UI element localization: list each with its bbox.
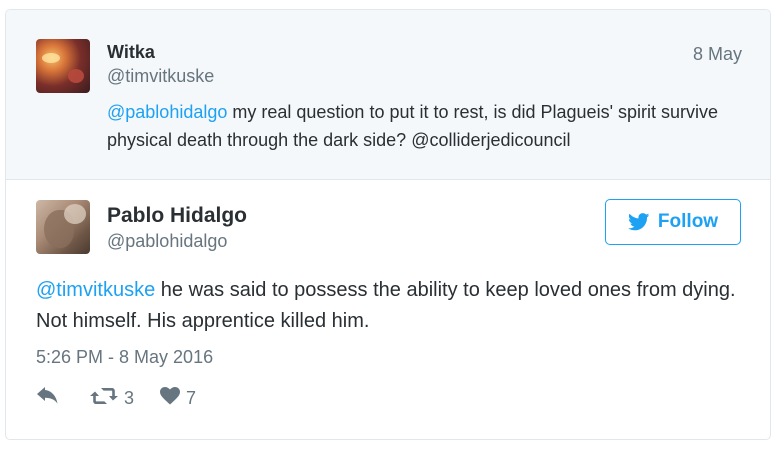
retweet-icon (90, 387, 118, 410)
tweet-timestamp[interactable]: 5:26 PM - 8 May 2016 (36, 347, 213, 368)
author-handle[interactable]: @pablohidalgo (107, 231, 227, 252)
author-handle[interactable]: @timvitkuske (107, 66, 214, 87)
reply-button[interactable] (36, 386, 60, 410)
author-name[interactable]: Witka (107, 42, 155, 63)
mention-link[interactable]: @pablohidalgo (107, 102, 227, 122)
twitter-bird-icon (627, 213, 650, 231)
follow-label: Follow (657, 211, 719, 232)
tweet-actions: 3 7 (36, 386, 196, 410)
mention-text: @colliderjedicouncil (411, 130, 571, 150)
avatar[interactable] (36, 200, 90, 254)
tweet-text: @pablohidalgo my real question to put it… (107, 98, 747, 154)
avatar-highlight (64, 204, 86, 224)
follow-button[interactable]: Follow (605, 199, 741, 245)
heart-icon (160, 386, 181, 410)
avatar-shadow (68, 69, 84, 83)
tweet-date[interactable]: 8 May (693, 44, 742, 65)
author-name[interactable]: Pablo Hidalgo (107, 204, 247, 228)
avatar[interactable] (36, 39, 90, 93)
like-button[interactable]: 7 (160, 386, 197, 410)
tweet-text: @timvitkuske he was said to possess the … (36, 275, 756, 337)
reply-icon (36, 386, 60, 410)
mention-link[interactable]: @timvitkuske (36, 279, 155, 301)
retweet-button[interactable]: 3 (90, 387, 134, 410)
retweet-count: 3 (124, 387, 135, 408)
avatar-highlight (42, 53, 60, 63)
embedded-tweet-card: Witka @timvitkuske 8 May @pablohidalgo m… (5, 9, 771, 440)
like-count: 7 (186, 387, 197, 408)
parent-tweet[interactable]: Witka @timvitkuske 8 May @pablohidalgo m… (6, 10, 770, 180)
